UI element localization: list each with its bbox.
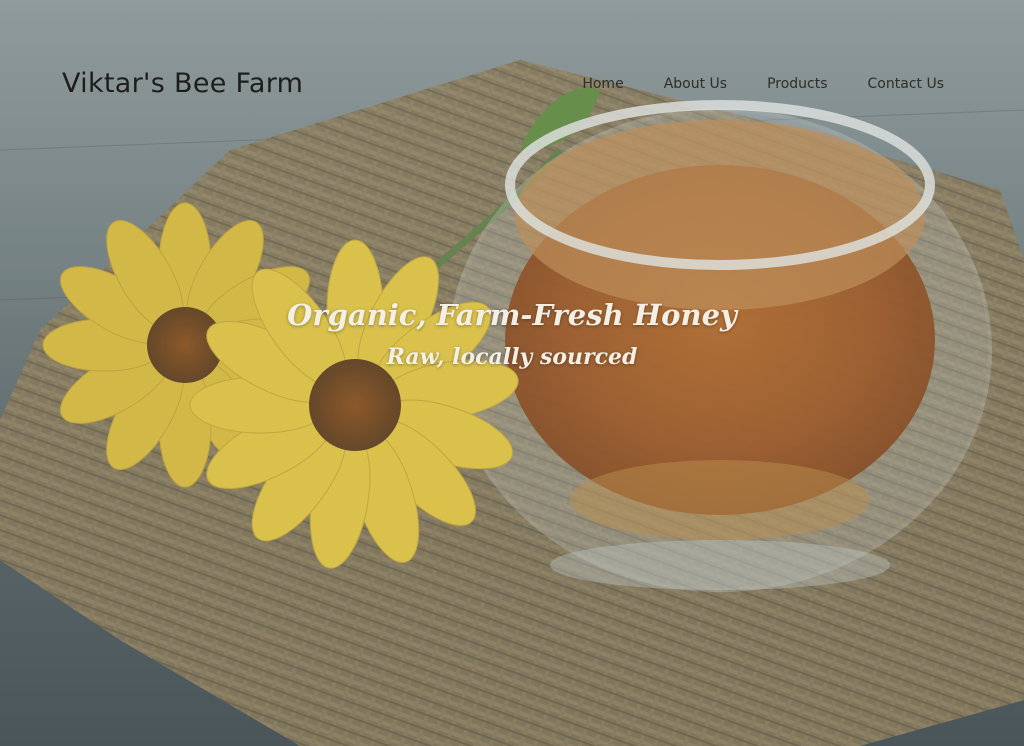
nav-products-link[interactable]: Products <box>767 76 827 92</box>
site-header: Viktar's Bee Farm Home About Us Products… <box>0 0 1024 150</box>
nav-home-link[interactable]: Home <box>582 76 623 92</box>
nav-about-link[interactable]: About Us <box>664 76 727 92</box>
hero-subheadline: Raw, locally sourced <box>386 344 638 370</box>
nav-contact-link[interactable]: Contact Us <box>868 76 944 92</box>
main-nav: Home About Us Products Contact Us <box>582 76 944 92</box>
hero-section: Viktar's Bee Farm Home About Us Products… <box>0 0 1024 746</box>
site-brand[interactable]: Viktar's Bee Farm <box>62 68 303 99</box>
hero-headline: Organic, Farm-Fresh Honey <box>287 298 737 332</box>
